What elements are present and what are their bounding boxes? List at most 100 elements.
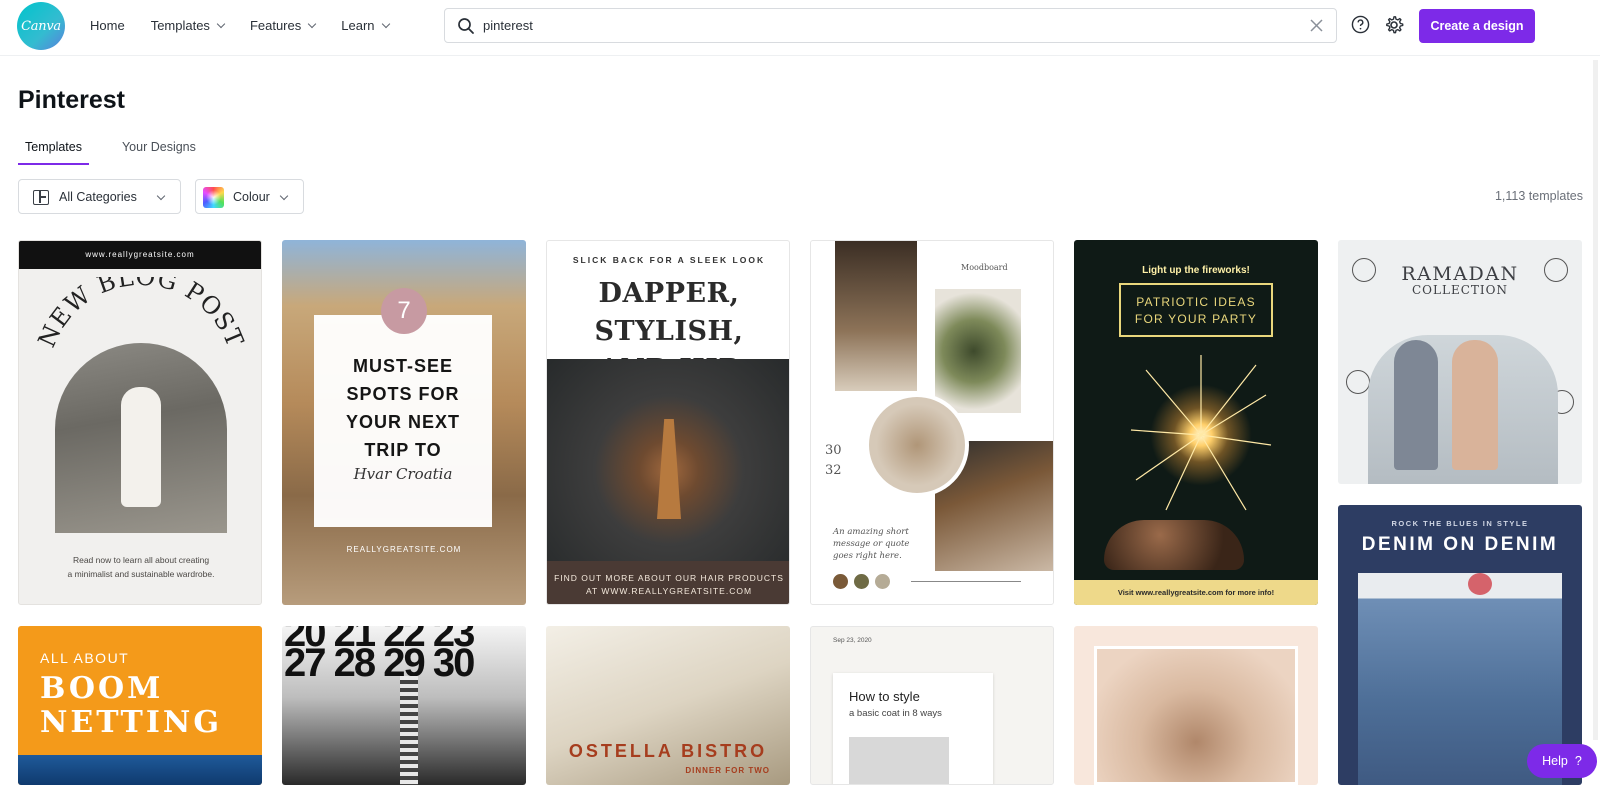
number-2: 32: [825, 463, 842, 478]
colour-dot: [833, 574, 848, 589]
title-line-1: MUST-SEE: [352, 356, 453, 376]
colour-dot: [854, 574, 869, 589]
person-figure: [1452, 340, 1498, 470]
page-scrollbar[interactable]: [1593, 60, 1598, 740]
top-navbar: Canva Home Templates Features Learn Crea…: [0, 0, 1600, 56]
card-subtitle: Read now to learn all about creating a mi…: [19, 553, 261, 581]
title-line-1: BOOM: [40, 671, 164, 706]
template-card-travel[interactable]: 7 MUST-SEE SPOTS FOR YOUR NEXT TRIP TO H…: [282, 240, 526, 605]
card-title: BOOM NETTING: [40, 672, 222, 740]
hand-shape: [1104, 520, 1244, 570]
person-figure: [121, 387, 161, 507]
template-card-fireworks[interactable]: Light up the fireworks! PATRIOTIC IDEAS …: [1074, 240, 1318, 605]
nav-home[interactable]: Home: [90, 18, 125, 33]
chevron-down-icon: [381, 19, 390, 28]
colour-dot: [875, 574, 890, 589]
help-icon[interactable]: [1351, 15, 1370, 34]
nav-features-label: Features: [249, 17, 302, 33]
moodboard-numbers: 30 32: [825, 441, 842, 481]
template-card-bistro[interactable]: OSTELLA BISTRO DINNER FOR TWO: [546, 626, 790, 785]
sparkler-rays: [1130, 355, 1272, 511]
layout-icon: [33, 190, 49, 205]
ornament-icon: [1346, 370, 1370, 394]
card-subtitle: DINNER FOR TWO: [685, 766, 770, 775]
card-title: NEW BLOG POST: [33, 277, 249, 352]
ornament-icon: [1544, 258, 1568, 282]
binder-rings: [400, 676, 418, 785]
help-label: Help: [1542, 754, 1568, 768]
category-label: All Categories: [59, 190, 137, 204]
canva-logo[interactable]: Canva: [17, 2, 65, 50]
template-count: 1,113 templates: [1494, 189, 1583, 203]
plant-photo: [935, 289, 1021, 413]
card-title: MUST-SEE SPOTS FOR YOUR NEXT TRIP TO: [314, 352, 492, 464]
title-line-2: SPOTS FOR: [346, 384, 460, 404]
number-badge: 7: [381, 288, 427, 334]
chevron-down-icon: [308, 19, 317, 28]
tab-templates[interactable]: Templates: [18, 135, 89, 165]
coat-photo: [849, 737, 949, 784]
sea-photo: [18, 755, 262, 785]
template-card-portrait[interactable]: [1074, 626, 1318, 785]
template-card-blog[interactable]: www.reallygreatsite.com NEW BLOG POST Re…: [18, 240, 262, 605]
title-line-1: PATRIOTIC IDEAS: [1136, 295, 1256, 309]
template-card-dapper[interactable]: SLICK BACK FOR A SLEEK LOOK DAPPER, STYL…: [546, 240, 790, 605]
nav-features[interactable]: Features: [249, 17, 317, 33]
template-card-calendar[interactable]: 20 21 22 23 27 28 29 30: [282, 626, 526, 785]
nav-templates[interactable]: Templates: [150, 17, 226, 33]
nav-learn[interactable]: Learn: [341, 17, 390, 33]
tie-shape: [657, 419, 681, 519]
footer-line-1: FIND OUT MORE ABOUT OUR HAIR PRODUCTS: [554, 573, 784, 583]
create-design-button[interactable]: Create a design: [1419, 9, 1535, 43]
rose-shape: [1468, 573, 1492, 595]
template-card-ramadan[interactable]: RAMADAN COLLECTION: [1338, 240, 1582, 484]
moodboard-message: An amazing short message or quote goes r…: [833, 527, 910, 561]
chevron-down-icon: [279, 191, 289, 201]
nav-learn-label: Learn: [341, 17, 375, 33]
card-subtitle: COLLECTION: [1412, 283, 1508, 297]
card-title: OSTELLA BISTRO: [568, 741, 768, 761]
search-icon: [458, 18, 474, 34]
title-line-1: DAPPER, STYLISH,: [594, 278, 744, 347]
calendar-numbers: 20 21 22 23 27 28 29 30: [284, 626, 475, 683]
footer-line-2: AT WWW.REALLYGREATSITE.COM: [585, 586, 753, 596]
title-line-2: NETTING: [40, 705, 222, 740]
colour-filter[interactable]: Colour: [195, 179, 304, 214]
category-filter[interactable]: All Categories: [18, 179, 181, 214]
search-input[interactable]: [483, 9, 1283, 42]
tab-bar: Templates Your Designs: [18, 135, 229, 165]
arch-photo: [55, 343, 227, 533]
template-card-boom[interactable]: ALL ABOUT BOOM NETTING: [18, 626, 262, 785]
title-line-3: YOUR NEXT: [345, 412, 460, 432]
chevron-down-icon: [156, 191, 166, 201]
suit-photo: [547, 359, 789, 561]
card-date: Sep 23, 2020: [833, 637, 872, 644]
search-bar[interactable]: [444, 8, 1337, 43]
clear-icon[interactable]: [1309, 18, 1324, 33]
divider-line: [911, 581, 1021, 582]
card-title: DENIM ON DENIM: [1361, 534, 1559, 555]
number-1: 30: [825, 443, 842, 458]
nav-templates-label: Templates: [150, 17, 210, 33]
title-line-2: FOR YOUR PARTY: [1134, 312, 1258, 326]
page-title: Pinterest: [18, 86, 125, 114]
main-nav: Home Templates Features Learn: [90, 0, 415, 50]
tab-your-designs[interactable]: Your Designs: [115, 135, 203, 165]
help-button[interactable]: Help ?: [1527, 744, 1597, 778]
template-card-denim[interactable]: ROCK THE BLUES IN STYLE DENIM ON DENIM: [1338, 505, 1582, 785]
card-footer: FIND OUT MORE ABOUT OUR HAIR PRODUCTS AT…: [547, 561, 789, 604]
sub-line-2: a minimalist and sustainable wardrobe.: [67, 569, 215, 579]
interior-photo: [835, 241, 917, 391]
card-kicker: ROCK THE BLUES IN STYLE: [1391, 519, 1529, 528]
nav-home-label: Home: [90, 17, 125, 33]
ornament-icon: [1352, 258, 1376, 282]
title-line-4: TRIP TO: [364, 440, 442, 460]
template-card-style[interactable]: Sep 23, 2020 How to style a basic coat i…: [810, 626, 1054, 785]
card-title: PATRIOTIC IDEAS FOR YOUR PARTY: [1119, 283, 1273, 337]
card-kicker: ALL ABOUT: [40, 650, 130, 666]
sub-line-1: Read now to learn all about creating: [72, 555, 210, 565]
template-card-moodboard[interactable]: Moodboard 30 32 An amazing short message …: [810, 240, 1054, 605]
moodboard-label: Moodboard: [961, 263, 1008, 272]
card-title: How to style: [849, 689, 920, 704]
gear-icon[interactable]: [1384, 15, 1404, 35]
